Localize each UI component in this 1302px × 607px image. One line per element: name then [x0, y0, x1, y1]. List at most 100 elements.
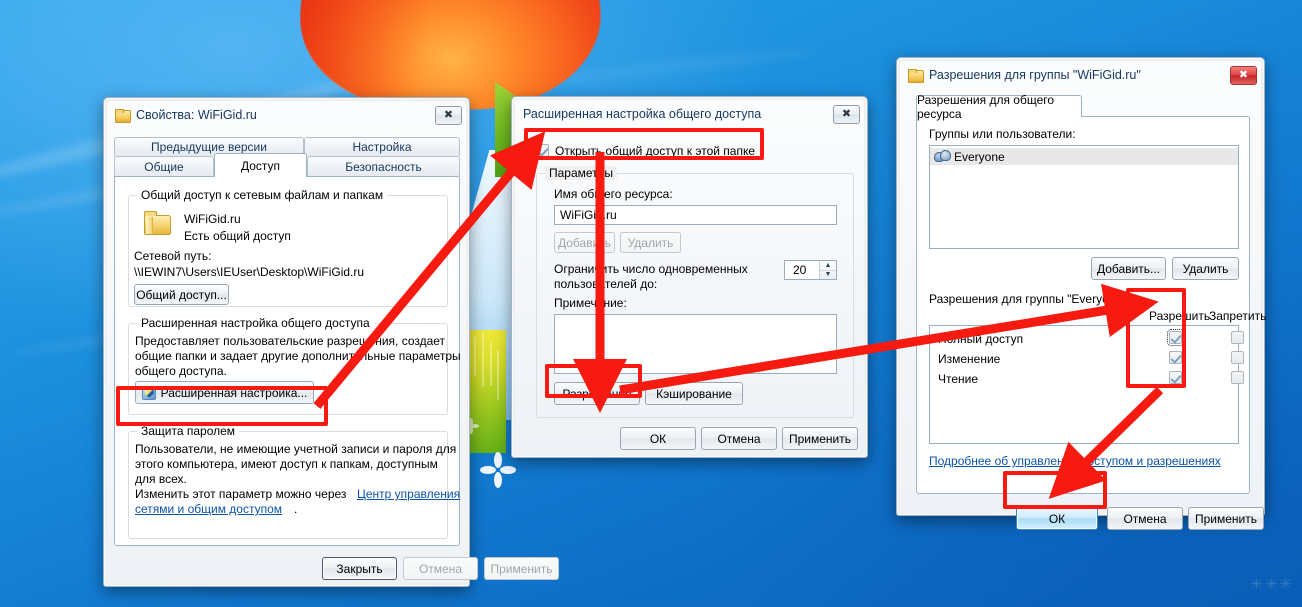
- button-label: Добавить...: [1096, 261, 1161, 276]
- tab-label: Безопасность: [345, 160, 422, 174]
- limit-users-label-line1: Ограничить число одновременных: [554, 262, 748, 276]
- limit-users-stepper[interactable]: 20 ▲ ▼: [784, 260, 837, 280]
- ok-button[interactable]: ОК: [620, 427, 696, 450]
- stepper-arrows[interactable]: ▲ ▼: [819, 261, 836, 279]
- permission-label: Изменение: [938, 352, 1001, 366]
- advanced-desc-line3: общего доступа.: [135, 364, 227, 378]
- advanced-titlebar[interactable]: Расширенная настройка общего доступа ✖: [515, 100, 864, 128]
- button-label: Применить: [490, 561, 553, 576]
- advanced-settings-button[interactable]: Расширенная настройка...: [135, 381, 314, 404]
- apply-button[interactable]: Применить: [1188, 507, 1264, 530]
- group-legend: Общий доступ к сетевым файлам и папкам: [137, 188, 388, 202]
- close-icon[interactable]: ✖: [1230, 65, 1257, 85]
- wallpaper-sparkle-flower: [480, 452, 516, 488]
- button-label: ОК: [649, 431, 667, 446]
- tab-general[interactable]: Общие: [114, 156, 214, 177]
- network-file-sharing-group: Общий доступ к сетевым файлам и папкам W…: [128, 188, 448, 307]
- network-center-link-part1[interactable]: Центр управления: [357, 487, 460, 501]
- tab-label: Доступ: [240, 158, 281, 173]
- note-label: Примечание:: [554, 296, 627, 310]
- password-desc-line1: Пользователи, не имеющие учетной записи …: [135, 442, 457, 456]
- properties-titlebar[interactable]: Свойства: WiFiGid.ru ✖: [107, 101, 466, 129]
- permissions-titlebar[interactable]: Разрешения для группы "WiFiGid.ru" ✖: [900, 61, 1261, 89]
- apply-button: Применить: [484, 557, 559, 580]
- permissions-button[interactable]: Разрешения: [554, 382, 640, 405]
- permission-label: Полный доступ: [938, 332, 1024, 346]
- password-desc-line4: Изменить этот параметр можно через: [135, 487, 347, 501]
- add-principal-button[interactable]: Добавить...: [1091, 257, 1166, 280]
- button-label: Общий доступ...: [136, 287, 227, 302]
- allow-column-header: Разрешить: [1149, 309, 1211, 323]
- share-name-label: Имя общего ресурса:: [554, 187, 673, 201]
- tab-customize[interactable]: Настройка: [304, 137, 460, 156]
- group-legend: Параметры: [545, 166, 617, 180]
- button-label: Отмена: [717, 431, 761, 446]
- allow-change-checkbox[interactable]: [1169, 351, 1182, 364]
- deny-column-header: Запретить: [1209, 309, 1267, 323]
- share-permissions-dialog: Разрешения для группы "WiFiGid.ru" ✖ Раз…: [896, 57, 1267, 530]
- tab-sharing[interactable]: Доступ: [214, 153, 307, 177]
- allow-read-checkbox[interactable]: [1169, 371, 1182, 384]
- tab-label: Общие: [144, 160, 184, 174]
- button-label: Кэширование: [656, 386, 732, 401]
- apply-button[interactable]: Применить: [782, 427, 858, 450]
- cancel-button: Отмена: [403, 557, 478, 580]
- button-label: Удалить: [627, 235, 674, 250]
- password-protection-group: Защита паролем Пользователи, не имеющие …: [128, 424, 460, 539]
- advanced-title: Расширенная настройка общего доступа: [523, 107, 762, 121]
- share-button[interactable]: Общий доступ...: [134, 284, 229, 305]
- deny-full-control-checkbox[interactable]: [1231, 331, 1244, 344]
- deny-read-checkbox[interactable]: [1231, 371, 1244, 384]
- shared-folder-status: Есть общий доступ: [184, 229, 291, 243]
- network-path-value: \\IEWIN7\Users\IEUser\Desktop\WiFiGid.ru: [134, 265, 365, 279]
- tab-label: Настройка: [352, 140, 412, 154]
- share-folder-checkbox[interactable]: [536, 144, 549, 157]
- close-icon[interactable]: ✖: [435, 105, 462, 125]
- cancel-button[interactable]: Отмена: [1107, 507, 1183, 530]
- wallpaper-grass-strip: [466, 330, 506, 453]
- tab-share-permissions[interactable]: Разрешения для общего ресурса: [916, 93, 1082, 121]
- shield-icon: [141, 385, 156, 400]
- note-textarea[interactable]: [554, 314, 837, 374]
- folder-icon: [115, 108, 131, 123]
- groups-users-label: Группы или пользователи:: [929, 127, 1076, 141]
- deny-change-checkbox[interactable]: [1231, 351, 1244, 364]
- permissions-for-group-label: Разрешения для группы "Everyone": [929, 292, 1127, 306]
- button-label: ОК: [1048, 511, 1066, 526]
- button-label: Применить: [789, 431, 852, 446]
- groups-users-listbox[interactable]: Everyone: [929, 145, 1239, 249]
- shared-folder-icon: [143, 210, 173, 236]
- share-folder-checkbox-label: Открыть общий доступ к этой папке: [555, 144, 756, 158]
- folder-icon: [908, 68, 924, 83]
- remove-share-button: Удалить: [620, 232, 681, 253]
- tab-label: Разрешения для общего ресурса: [917, 92, 1055, 121]
- button-label: Разрешения: [562, 386, 632, 401]
- list-item[interactable]: Everyone: [930, 148, 1238, 165]
- stepper-up-icon[interactable]: ▲: [820, 261, 836, 271]
- access-control-help-link[interactable]: Подробнее об управлении доступом и разре…: [929, 454, 1221, 468]
- list-item-label: Everyone: [954, 149, 1005, 164]
- password-desc-line3: для всех.: [135, 472, 187, 486]
- button-label: Применить: [1195, 511, 1258, 526]
- tab-security[interactable]: Безопасность: [307, 156, 460, 177]
- share-name-value: WiFiGid.ru: [560, 208, 617, 222]
- tab-label: Предыдущие версии: [151, 140, 267, 154]
- remove-principal-button[interactable]: Удалить: [1172, 257, 1239, 280]
- network-center-link-part2[interactable]: сетями и общим доступом: [135, 502, 282, 516]
- cancel-button[interactable]: Отмена: [701, 427, 777, 450]
- share-name-input[interactable]: WiFiGid.ru: [554, 205, 837, 225]
- allow-full-control-checkbox[interactable]: [1167, 329, 1184, 346]
- network-path-label: Сетевой путь:: [134, 249, 212, 263]
- permissions-listbox[interactable]: Полный доступ Изменение Чтение: [929, 325, 1244, 444]
- close-button[interactable]: Закрыть: [322, 557, 397, 580]
- add-share-button: Добавить: [554, 232, 615, 253]
- shared-folder-name: WiFiGid.ru: [184, 212, 241, 226]
- caching-button[interactable]: Кэширование: [645, 382, 743, 405]
- close-icon[interactable]: ✖: [833, 104, 860, 124]
- button-label: Закрыть: [336, 561, 383, 576]
- advanced-desc-line2: общие папки и задает другие дополнительн…: [135, 349, 461, 363]
- stepper-down-icon[interactable]: ▼: [820, 271, 836, 280]
- ok-button[interactable]: ОК: [1016, 507, 1098, 530]
- advanced-desc-line1: Предоставляет пользовательские разрешени…: [135, 334, 446, 348]
- group-legend: Защита паролем: [137, 424, 240, 438]
